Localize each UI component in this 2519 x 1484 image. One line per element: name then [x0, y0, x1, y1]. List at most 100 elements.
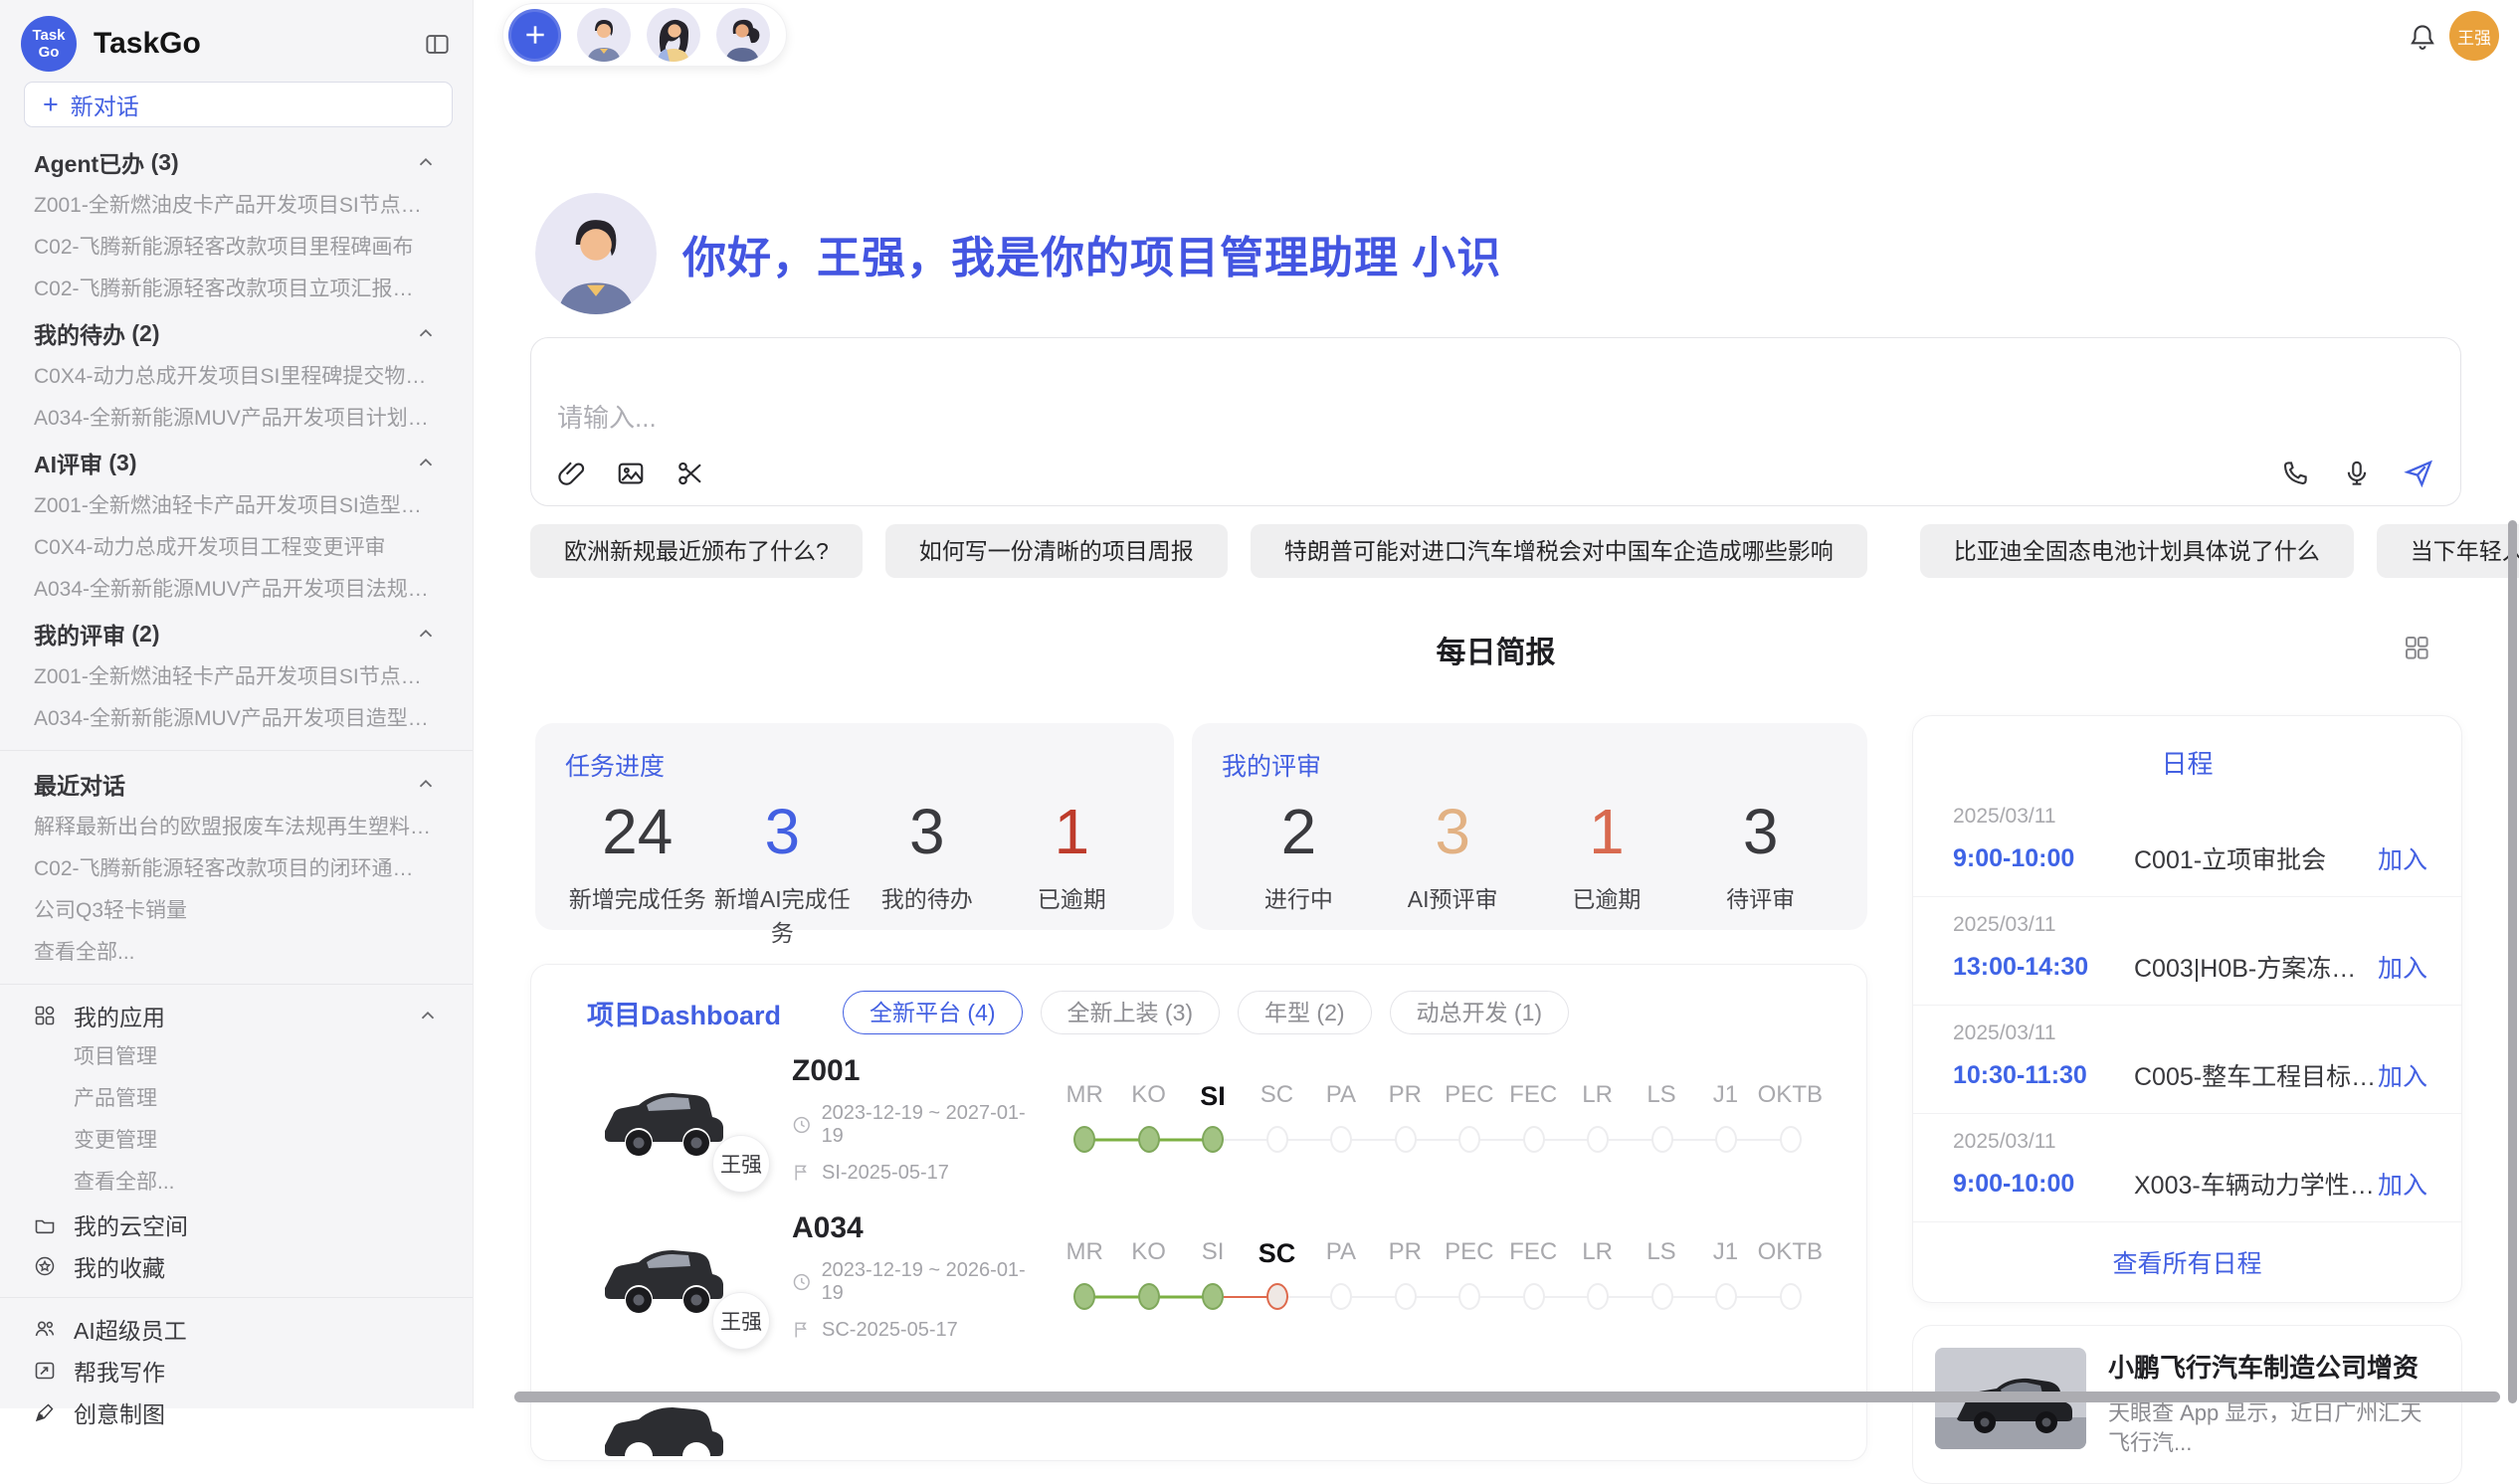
milestone-dot-done [1073, 1126, 1095, 1153]
schedule-item[interactable]: 2025/03/11 9:00-10:00 C001-立项审批会 加入 [1913, 789, 2461, 897]
sidebar-item[interactable]: Z001-全新燃油皮卡产品开发项目SI节点Lesson Learn报告 [0, 185, 473, 227]
sidebar-item-help-me-write[interactable]: 帮我写作 [0, 1350, 473, 1391]
view-all-schedule-link[interactable]: 查看所有日程 [1913, 1222, 2461, 1302]
join-link[interactable]: 加入 [2378, 1057, 2427, 1093]
sidebar-item-cloud-space[interactable]: 我的云空间 [0, 1204, 473, 1245]
schedule-date: 2025/03/11 [1953, 1021, 2427, 1045]
sidebar-item-creative-drawing[interactable]: 创意制图 [0, 1391, 473, 1433]
project-flag: SC-2025-05-17 [822, 1319, 958, 1342]
suggestion-chip[interactable]: 欧洲新规最近颁布了什么? [530, 524, 863, 578]
tab-model-year[interactable]: 年型 (2) [1238, 991, 1372, 1034]
new-chat-button[interactable]: + 新对话 [24, 82, 453, 127]
milestone-label: PEC [1438, 1081, 1501, 1112]
milestone-label: PR [1373, 1081, 1437, 1112]
milestone-label: FEC [1501, 1238, 1565, 1269]
plus-icon [522, 22, 548, 48]
suggestion-chips: 欧洲新规最近颁布了什么? 如何写一份清晰的项目周报 特朗普可能对进口汽车增税会对… [530, 524, 2510, 578]
horizontal-scrollbar[interactable] [514, 1391, 2500, 1402]
sidebar-item[interactable]: C0X4-动力总成开发项目工程变更评审 [0, 527, 473, 569]
chevron-up-icon[interactable] [415, 322, 437, 344]
suggestion-chip[interactable]: 比亚迪全固态电池计划具体说了什么 [1920, 524, 2354, 578]
assistant-avatar-1[interactable] [577, 8, 631, 62]
section-header-agent-done[interactable]: Agent已办 (3) [0, 139, 473, 185]
greeting-block: 你好，王强，我是你的项目管理助理 小识 [535, 193, 1501, 314]
collapse-sidebar-icon[interactable] [424, 31, 451, 58]
section-header-ai-review[interactable]: AI评审 (3) [0, 440, 473, 485]
project-dashboard-card: 项目Dashboard 全新平台 (4) 全新上装 (3) 年型 (2) 动总开… [530, 964, 1867, 1461]
sidebar-item[interactable]: C02-飞腾新能源轻客改款项目立项汇报方案 [0, 269, 473, 310]
layout-grid-icon[interactable] [2402, 633, 2431, 662]
schedule-item[interactable]: 2025/03/11 10:30-11:30 C005-整车工程目标评审 加入 [1913, 1006, 2461, 1114]
schedule-date: 2025/03/11 [1953, 805, 2427, 829]
tab-new-platform[interactable]: 全新平台 (4) [843, 991, 1023, 1034]
section-title: 我的评审 [34, 617, 125, 650]
sidebar-item[interactable]: A034-全新新能源MUV产品开发项目法规符合性评审 [0, 569, 473, 611]
flag-icon [792, 1320, 812, 1340]
pen-nib-icon [32, 1400, 58, 1424]
tab-powertrain[interactable]: 动总开发 (1) [1390, 991, 1570, 1034]
news-title: 小鹏飞行汽车制造公司增资 [2108, 1348, 2439, 1385]
section-count: (2) [131, 320, 159, 347]
my-review-card: 我的评审 2 进行中 3 AI预评审 1 已逾期 3 待评审 [1192, 723, 1867, 930]
suggestion-chip[interactable]: 当下年轻人对汽车外观有怎样的喜好趋势 [2377, 524, 2519, 578]
suggestion-chip[interactable]: 特朗普可能对进口汽车增税会对中国车企造成哪些影响 [1251, 524, 1867, 578]
chevron-up-icon[interactable] [415, 151, 437, 173]
chevron-up-icon[interactable] [415, 773, 437, 795]
milestone-timeline: MR KO SI SC PA PR PEC FEC LR LS J1 OKTB [1053, 1238, 1823, 1315]
sidebar-item[interactable]: C0X4-动力总成开发项目SI里程碑提交物检查 [0, 356, 473, 398]
suggestion-chip[interactable]: 如何写一份清晰的项目周报 [885, 524, 1228, 578]
schedule-item[interactable]: 2025/03/11 9:00-10:00 X003-车辆动力学性能验... 加… [1913, 1114, 2461, 1222]
chat-input-box[interactable]: 请输入... [530, 337, 2461, 506]
schedule-date: 2025/03/11 [1953, 913, 2427, 937]
milestone-dot-done [1138, 1126, 1160, 1153]
voice-call-icon[interactable] [2277, 456, 2313, 491]
app-item-change-mgmt[interactable]: 变更管理 [0, 1120, 473, 1162]
send-icon[interactable] [2401, 456, 2436, 491]
microphone-icon[interactable] [2339, 456, 2375, 491]
image-upload-icon[interactable] [613, 456, 649, 491]
recent-chat-item[interactable]: 公司Q3轻卡销量 [0, 890, 473, 932]
vertical-scrollbar[interactable] [2508, 520, 2517, 1403]
sidebar-item-favorites[interactable]: 我的收藏 [0, 1245, 473, 1287]
section-header-my-review[interactable]: 我的评审 (2) [0, 611, 473, 656]
recent-chat-item[interactable]: 解释最新出台的欧盟报废车法规再生塑料比例被调至15%... [0, 807, 473, 848]
user-avatar[interactable]: 王强 [2449, 11, 2499, 61]
tab-new-body[interactable]: 全新上装 (3) [1041, 991, 1221, 1034]
join-link[interactable]: 加入 [2378, 1166, 2427, 1202]
attachment-icon[interactable] [553, 456, 589, 491]
project-row[interactable]: 王强 Z001 2023-12-19 ~ 2027-01-19 SI-2025-… [531, 1040, 1866, 1198]
clock-icon [792, 1115, 812, 1135]
chevron-up-icon[interactable] [417, 1005, 439, 1026]
recent-chats-view-all[interactable]: 查看全部... [0, 932, 473, 974]
add-assistant-button[interactable] [508, 9, 561, 62]
news-card[interactable]: 小鹏飞行汽车制造公司增资 天眼查 App 显示，近日广州汇天飞行汽... [1912, 1325, 2462, 1484]
cloud-space-label: 我的云空间 [74, 1207, 188, 1241]
apps-view-all[interactable]: 查看全部... [0, 1162, 473, 1204]
assistant-avatar-2[interactable] [647, 8, 700, 62]
section-header-recent-chats[interactable]: 最近对话 [0, 761, 473, 807]
section-header-my-todo[interactable]: 我的待办 (2) [0, 310, 473, 356]
milestone-label: OKTB [1758, 1081, 1823, 1112]
chevron-up-icon[interactable] [415, 623, 437, 645]
schedule-item[interactable]: 2025/03/11 13:00-14:30 C003|H0B-方案冻结评审 加… [1913, 897, 2461, 1006]
join-link[interactable]: 加入 [2378, 840, 2427, 876]
sidebar-item-ai-super-staff[interactable]: AI超级员工 [0, 1308, 473, 1350]
sidebar-item[interactable]: C02-飞腾新能源轻客改款项目里程碑画布 [0, 227, 473, 269]
sidebar-item[interactable]: A034-全新新能源MUV产品开发项目计划变更表编写 [0, 398, 473, 440]
recent-chat-item[interactable]: C02-飞腾新能源轻客改款项目的闭环通告反馈情况 [0, 848, 473, 890]
ai-super-staff-label: AI超级员工 [74, 1312, 187, 1346]
assistant-avatar-3[interactable] [716, 8, 770, 62]
sidebar-item[interactable]: Z001-全新燃油轻卡产品开发项目SI节点属性5D文件评审 [0, 656, 473, 698]
logo-text-top: Task [32, 27, 65, 44]
scissors-icon[interactable] [673, 456, 708, 491]
notification-bell-icon[interactable] [2408, 22, 2437, 52]
sidebar-item-my-apps[interactable]: 我的应用 [0, 995, 473, 1036]
app-item-project-mgmt[interactable]: 项目管理 [0, 1036, 473, 1078]
schedule-card: 日程 2025/03/11 9:00-10:00 C001-立项审批会 加入 2… [1912, 715, 2462, 1303]
join-link[interactable]: 加入 [2378, 949, 2427, 985]
app-item-product-mgmt[interactable]: 产品管理 [0, 1078, 473, 1120]
sidebar-item[interactable]: Z001-全新燃油轻卡产品开发项目SI造型提交物评审 [0, 485, 473, 527]
chevron-up-icon[interactable] [415, 452, 437, 473]
sidebar-item[interactable]: A034-全新新能源MUV产品开发项目造型可行性评审 [0, 698, 473, 740]
project-row[interactable]: 王强 A034 2023-12-19 ~ 2026-01-19 SC-2025-… [531, 1198, 1866, 1355]
